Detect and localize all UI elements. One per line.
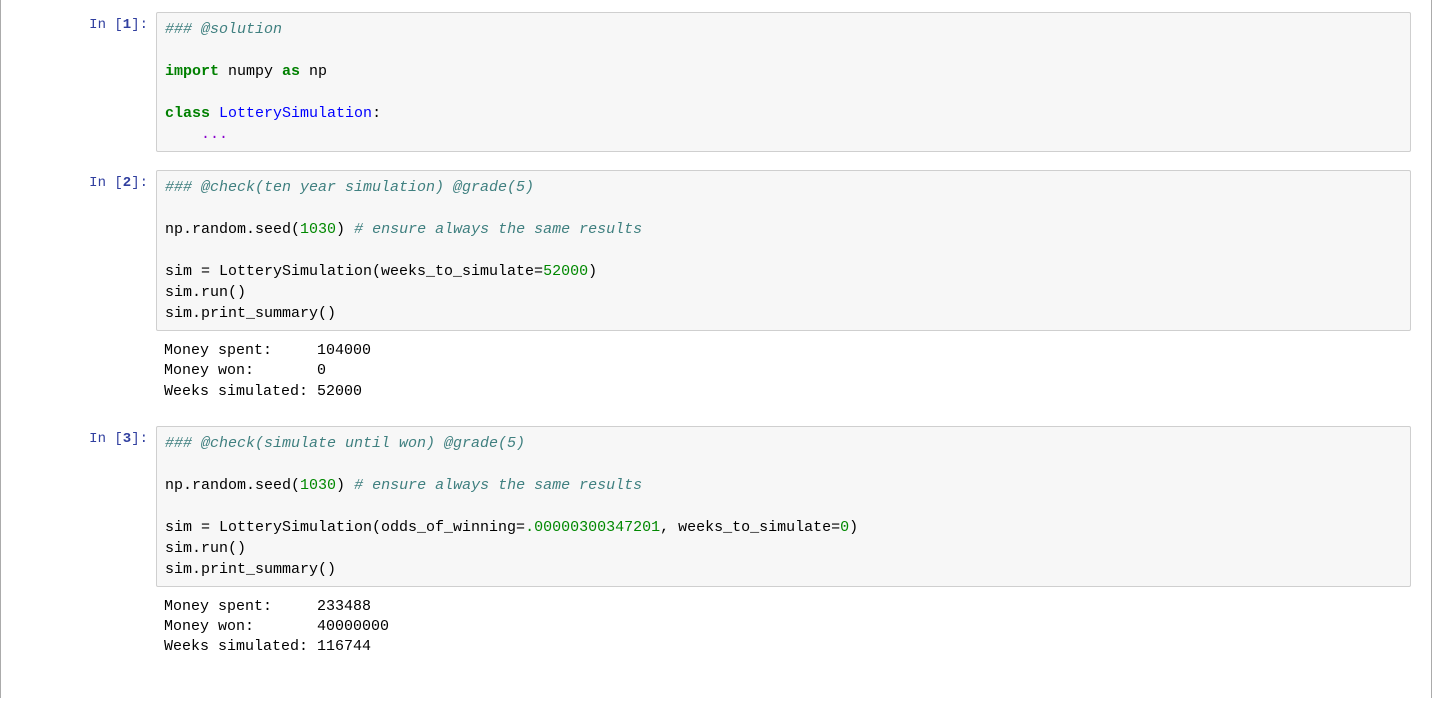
code-comment: # ensure always the same results	[354, 221, 642, 238]
notebook: In [1]: ### @solution import numpy as np…	[0, 0, 1432, 698]
number-literal: 52000	[543, 263, 588, 280]
code-cell[interactable]: In [1]: ### @solution import numpy as np…	[21, 12, 1411, 152]
code-comment: # ensure always the same results	[354, 477, 642, 494]
output-text: Money spent: 233488 Money won: 40000000 …	[156, 591, 1411, 664]
output-prompt	[21, 335, 156, 408]
number-literal: 1030	[300, 221, 336, 238]
output-cell: Money spent: 233488 Money won: 40000000 …	[21, 591, 1411, 664]
number-literal: .00000300347201	[525, 519, 660, 536]
class-name: LotterySimulation	[219, 105, 372, 122]
number-literal: 1030	[300, 477, 336, 494]
code-input[interactable]: ### @check(simulate until won) @grade(5)…	[156, 426, 1411, 587]
output-prompt	[21, 591, 156, 664]
input-prompt: In [2]:	[21, 170, 156, 331]
code-input[interactable]: ### @check(ten year simulation) @grade(5…	[156, 170, 1411, 331]
code-input[interactable]: ### @solution import numpy as np class L…	[156, 12, 1411, 152]
code-comment: ### @check(simulate until won) @grade(5)	[165, 435, 525, 452]
code-comment: ### @solution	[165, 21, 282, 38]
ellipsis: ...	[201, 126, 228, 143]
input-prompt: In [3]:	[21, 426, 156, 587]
number-literal: 0	[840, 519, 849, 536]
keyword-import: import	[165, 63, 219, 80]
input-prompt: In [1]:	[21, 12, 156, 152]
output-cell: Money spent: 104000 Money won: 0 Weeks s…	[21, 335, 1411, 408]
output-text: Money spent: 104000 Money won: 0 Weeks s…	[156, 335, 1411, 408]
code-cell[interactable]: In [2]: ### @check(ten year simulation) …	[21, 170, 1411, 331]
code-comment: ### @check(ten year simulation) @grade(5…	[165, 179, 534, 196]
keyword-class: class	[165, 105, 210, 122]
keyword-as: as	[282, 63, 300, 80]
code-cell[interactable]: In [3]: ### @check(simulate until won) @…	[21, 426, 1411, 587]
